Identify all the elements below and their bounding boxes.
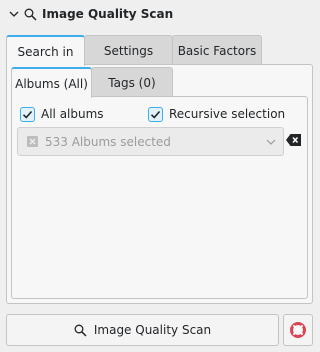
all-albums-label: All albums	[41, 107, 104, 121]
tab-settings[interactable]: Settings	[84, 35, 173, 65]
checkmark-icon	[22, 110, 33, 119]
album-select-value: 533 Albums selected	[45, 134, 171, 149]
help-button[interactable]	[283, 314, 313, 346]
recursive-selection-checkbox[interactable]	[148, 106, 163, 122]
scan-button-label: Image Quality Scan	[93, 323, 212, 337]
recursive-selection-label: Recursive selection	[169, 107, 286, 121]
all-albums-checkbox-row[interactable]: All albums	[20, 105, 104, 123]
tab-search-in[interactable]: Search in	[6, 35, 85, 66]
lifebuoy-help-icon	[290, 322, 306, 338]
inner-tab-bar: Albums (All) Tags (0)	[11, 67, 173, 98]
tab-albums[interactable]: Albums (All)	[11, 67, 92, 98]
chevron-down-icon[interactable]	[8, 8, 20, 20]
chevron-down-icon[interactable]	[265, 136, 277, 148]
outer-tab-bar: Search in Settings Basic Factors	[6, 35, 262, 66]
tool-header[interactable]: Image Quality Scan	[8, 5, 173, 23]
clear-selection-icon[interactable]	[286, 133, 301, 147]
image-quality-scan-button[interactable]: Image Quality Scan	[6, 314, 279, 346]
checkmark-icon	[150, 110, 161, 119]
all-albums-checkbox[interactable]	[20, 106, 35, 122]
tab-basic-factors[interactable]: Basic Factors	[172, 35, 262, 65]
album-state-icon	[27, 136, 38, 147]
recursive-selection-checkbox-row[interactable]: Recursive selection	[148, 105, 285, 123]
search-icon	[74, 324, 87, 337]
album-select-combo[interactable]: 533 Albums selected	[17, 127, 284, 156]
tool-title: Image Quality Scan	[42, 7, 174, 21]
tab-tags[interactable]: Tags (0)	[91, 67, 173, 97]
search-icon	[24, 8, 37, 21]
